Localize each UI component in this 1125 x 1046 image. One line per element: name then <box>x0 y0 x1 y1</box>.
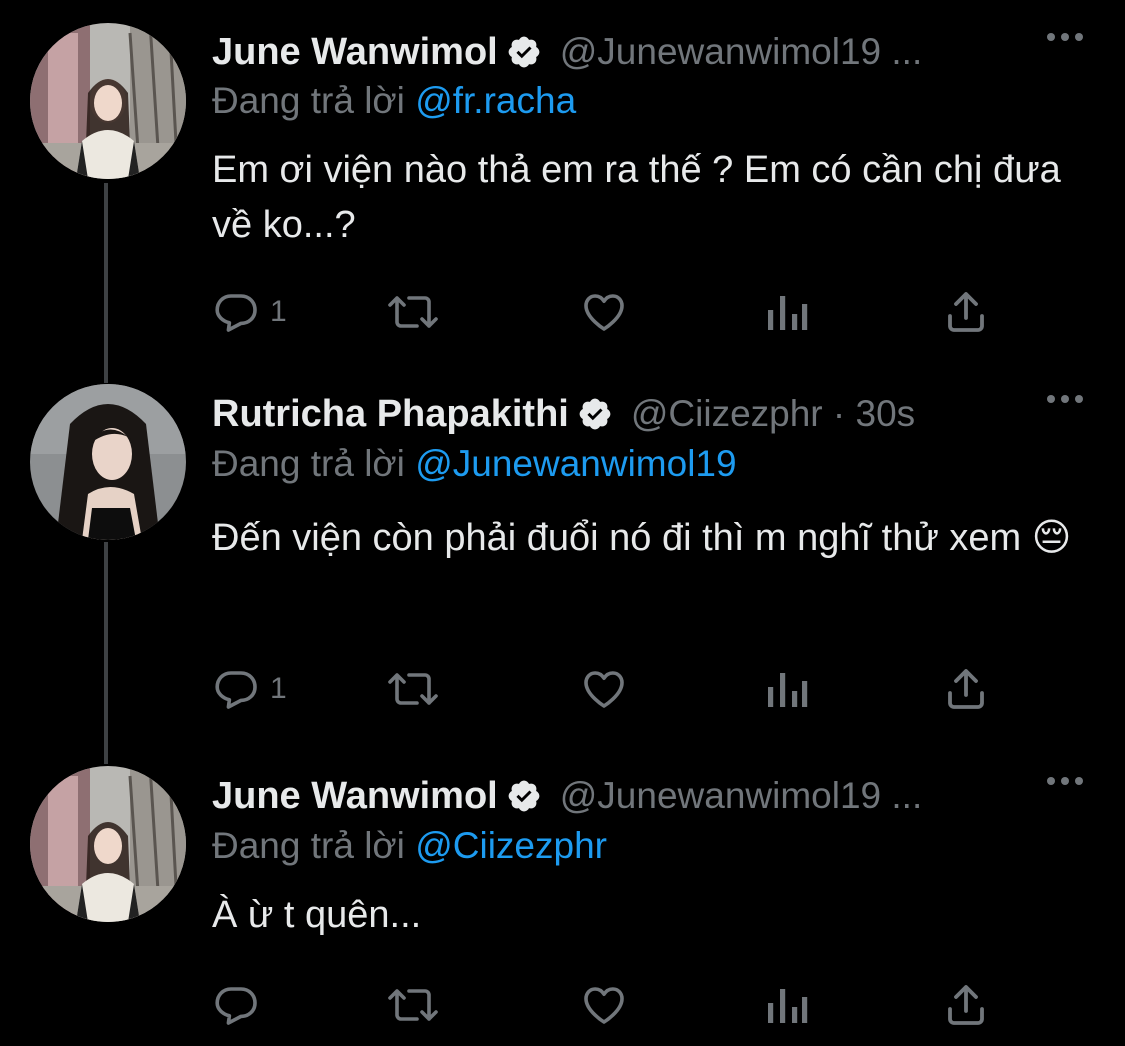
tweet-text: À ừ t quên... <box>212 894 422 936</box>
replying-prefix: Đang trả lời <box>212 825 405 866</box>
retweet-icon <box>388 989 438 1021</box>
replying-to: Đang trả lời @Ciizezphr <box>212 825 607 867</box>
handle[interactable]: @Junewanwimol19 ... <box>560 775 1095 817</box>
avatar[interactable] <box>30 766 186 922</box>
like-icon <box>584 987 624 1024</box>
display-name[interactable]: June Wanwimol <box>212 775 498 818</box>
mention-link[interactable]: @Ciizezphr <box>415 825 607 866</box>
views-button[interactable] <box>764 980 808 1030</box>
tweet-header: June Wanwimol @Junewanwimol19 ... <box>212 771 1095 821</box>
reply-icon <box>215 987 257 1025</box>
retweet-button[interactable] <box>385 980 441 1030</box>
views-icon <box>768 989 808 1023</box>
share-icon <box>948 985 984 1025</box>
verified-badge-icon <box>506 778 542 814</box>
avatar-photo <box>30 766 186 922</box>
more-icon[interactable] <box>1047 777 1083 785</box>
like-button[interactable] <box>580 980 628 1030</box>
action-bar <box>212 980 1002 1030</box>
share-button[interactable] <box>942 980 990 1030</box>
reply-button[interactable] <box>212 980 270 1030</box>
tweet[interactable]: June Wanwimol @Junewanwimol19 ... Đang t… <box>0 0 1125 1046</box>
